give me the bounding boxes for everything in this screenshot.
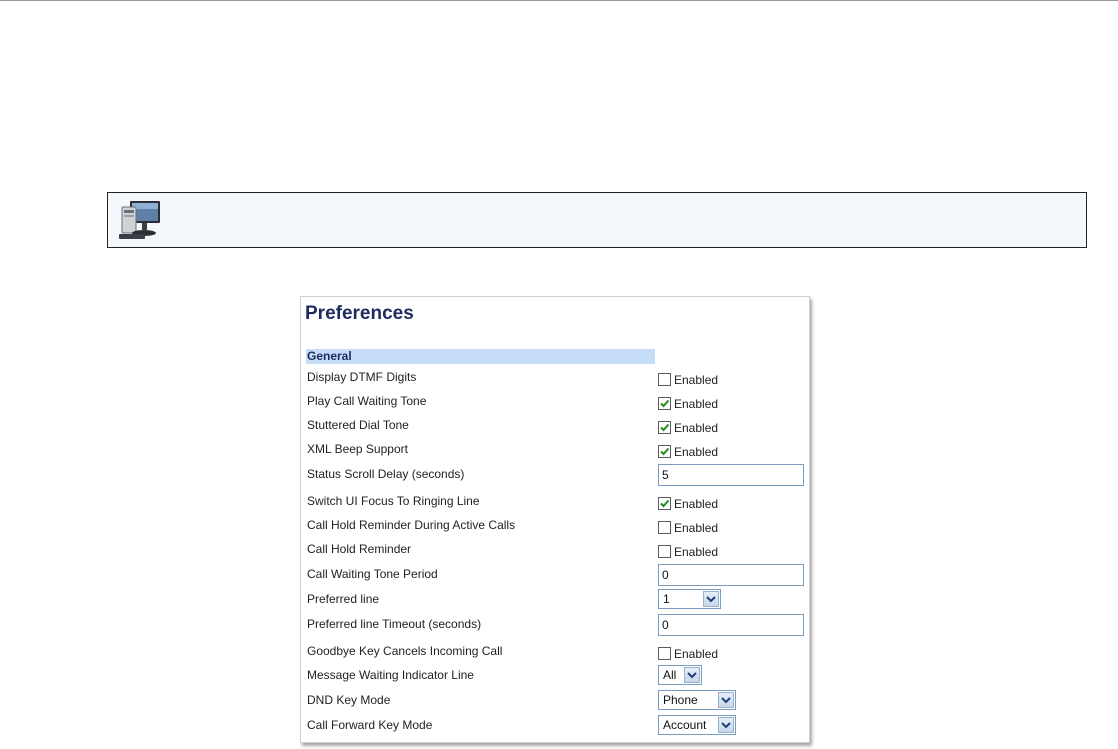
- display-dtmf-digits-checkbox[interactable]: [658, 373, 671, 386]
- select-control: 1: [658, 589, 721, 609]
- checkbox-wrap: Enabled: [658, 641, 718, 661]
- message-waiting-indicator-line-select[interactable]: All: [658, 665, 702, 685]
- select-value: Account: [663, 718, 707, 732]
- chevron-down-icon[interactable]: [718, 692, 734, 708]
- checkbox-control: Enabled: [658, 539, 718, 559]
- text-control: 0: [658, 614, 804, 636]
- checkbox-control: Enabled: [658, 367, 718, 387]
- checkbox-wrap: Enabled: [658, 515, 718, 535]
- checkbox-control: Enabled: [658, 439, 718, 459]
- dnd-key-mode-select[interactable]: Phone: [658, 690, 736, 710]
- select-value: All: [663, 668, 677, 682]
- select-control: Phone: [658, 690, 736, 710]
- computer-monitor-icon: [116, 198, 164, 244]
- call-hold-reminder-during-active-calls-checkbox[interactable]: [658, 521, 671, 534]
- setting-label: Call Hold Reminder: [307, 542, 412, 556]
- checkbox-label: Enabled: [674, 520, 719, 535]
- setting-row-display-dtmf-digits: Display DTMF Digits Enabled: [301, 366, 811, 388]
- setting-row-status-scroll-delay-seconds: Status Scroll Delay (seconds) 5: [301, 463, 811, 486]
- setting-row-preferred-line: Preferred line 1: [301, 588, 811, 610]
- setting-label: Switch UI Focus To Ringing Line: [307, 494, 480, 508]
- checkbox-label: Enabled: [674, 444, 719, 459]
- status-scroll-delay-seconds-input[interactable]: 5: [658, 464, 804, 486]
- call-waiting-tone-period-input[interactable]: 0: [658, 564, 804, 586]
- setting-row-switch-ui-focus-to-ringing-line: Switch UI Focus To Ringing Line Enabled: [301, 490, 811, 512]
- setting-row-xml-beep-support: XML Beep Support Enabled: [301, 438, 811, 460]
- setting-label: Message Waiting Indicator Line: [307, 668, 474, 682]
- setting-label: Preferred line Timeout (seconds): [307, 617, 482, 631]
- setting-label: Status Scroll Delay (seconds): [307, 467, 465, 481]
- call-hold-reminder-checkbox[interactable]: [658, 545, 671, 558]
- setting-label: DND Key Mode: [307, 693, 391, 707]
- setting-label: Goodbye Key Cancels Incoming Call: [307, 644, 503, 658]
- preferred-line-timeout-seconds-input[interactable]: 0: [658, 614, 804, 636]
- checkbox-label: Enabled: [674, 646, 719, 661]
- setting-label: XML Beep Support: [307, 442, 408, 456]
- setting-row-message-waiting-indicator-line: Message Waiting Indicator Line All: [301, 664, 811, 686]
- checkbox-control: Enabled: [658, 515, 718, 535]
- preferences-panel: Preferences General Display DTMF Digits E…: [300, 296, 810, 743]
- checkbox-wrap: Enabled: [658, 367, 718, 387]
- select-value: 1: [663, 592, 670, 606]
- stuttered-dial-tone-checkbox[interactable]: [658, 421, 671, 434]
- note-box: [107, 192, 1087, 248]
- text-control: 5: [658, 464, 804, 486]
- setting-label: Preferred line: [307, 592, 380, 606]
- chevron-down-icon[interactable]: [684, 667, 700, 683]
- section-header-general: General: [306, 349, 655, 364]
- checkbox-control: Enabled: [658, 491, 718, 511]
- setting-row-call-hold-reminder-during-active-calls: Call Hold Reminder During Active Calls En…: [301, 514, 811, 536]
- checkbox-label: Enabled: [674, 496, 719, 511]
- checkbox-wrap: Enabled: [658, 391, 718, 411]
- setting-row-call-hold-reminder: Call Hold Reminder Enabled: [301, 538, 811, 560]
- setting-label: Call Forward Key Mode: [307, 718, 433, 732]
- checkbox-control: Enabled: [658, 415, 718, 435]
- checkbox-label: Enabled: [674, 372, 719, 387]
- checkbox-wrap: Enabled: [658, 415, 718, 435]
- checkbox-label: Enabled: [674, 544, 719, 559]
- setting-label: Call Waiting Tone Period: [307, 567, 438, 581]
- select-control: All: [658, 665, 702, 685]
- checkbox-label: Enabled: [674, 420, 719, 435]
- setting-label: Display DTMF Digits: [307, 370, 417, 384]
- chevron-down-icon[interactable]: [703, 591, 719, 607]
- page-title: Preferences: [305, 303, 414, 324]
- select-control: Account: [658, 715, 736, 735]
- setting-row-call-forward-key-mode: Call Forward Key Mode Account: [301, 714, 811, 736]
- setting-label: Play Call Waiting Tone: [307, 394, 427, 408]
- setting-row-preferred-line-timeout-seconds: Preferred line Timeout (seconds) 0: [301, 613, 811, 636]
- checkbox-control: Enabled: [658, 391, 718, 411]
- top-divider: [0, 0, 1118, 1]
- switch-ui-focus-to-ringing-line-checkbox[interactable]: [658, 497, 671, 510]
- checkbox-control: Enabled: [658, 641, 718, 661]
- checkbox-label: Enabled: [674, 396, 719, 411]
- goodbye-key-cancels-incoming-call-checkbox[interactable]: [658, 647, 671, 660]
- setting-row-play-call-waiting-tone: Play Call Waiting Tone Enabled: [301, 390, 811, 412]
- checkbox-wrap: Enabled: [658, 439, 718, 459]
- call-forward-key-mode-select[interactable]: Account: [658, 715, 736, 735]
- setting-row-goodbye-key-cancels-incoming-call: Goodbye Key Cancels Incoming Call Enabled: [301, 640, 811, 662]
- preferred-line-select[interactable]: 1: [658, 589, 721, 609]
- checkbox-wrap: Enabled: [658, 539, 718, 559]
- text-control: 0: [658, 564, 804, 586]
- play-call-waiting-tone-checkbox[interactable]: [658, 397, 671, 410]
- setting-row-call-waiting-tone-period: Call Waiting Tone Period 0: [301, 563, 811, 586]
- setting-label: Call Hold Reminder During Active Calls: [307, 518, 516, 532]
- select-value: Phone: [663, 693, 698, 707]
- chevron-down-icon[interactable]: [718, 717, 734, 733]
- setting-label: Stuttered Dial Tone: [307, 418, 409, 432]
- setting-row-stuttered-dial-tone: Stuttered Dial Tone Enabled: [301, 414, 811, 436]
- checkbox-wrap: Enabled: [658, 491, 718, 511]
- setting-row-dnd-key-mode: DND Key Mode Phone: [301, 689, 811, 711]
- xml-beep-support-checkbox[interactable]: [658, 445, 671, 458]
